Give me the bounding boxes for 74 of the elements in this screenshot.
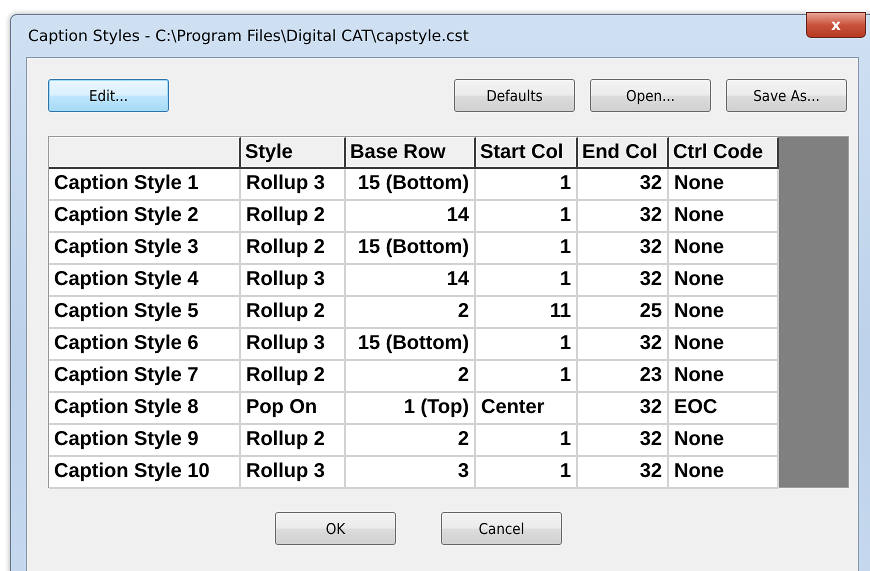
window-title: Caption Styles - C:\Program Files\Digital CAT\capstyle.cst [28,27,469,45]
table-cell: 32 [578,201,669,233]
table-cell: EOC [669,393,779,425]
table-cell: 2 [346,425,476,457]
table-cell: 1 [476,201,578,233]
table-cell: 2 [346,297,476,329]
table-cell: None [669,201,779,233]
table-cell: Caption Style 3 [49,233,241,265]
table-cell: Caption Style 1 [49,169,241,201]
ok-button[interactable]: OK [275,512,396,545]
table-cell: Rollup 3 [241,329,346,361]
table-cell: Center [476,393,578,425]
table-cell: None [669,265,779,297]
table-cell: None [669,361,779,393]
table-cell: Caption Style 9 [49,425,241,457]
table-cell: 15 (Bottom) [346,329,476,361]
cancel-button[interactable]: Cancel [441,512,562,545]
table-cell: 32 [578,169,669,201]
table-cell: 32 [578,265,669,297]
table-cell: Caption Style 4 [49,265,241,297]
table-cell: 14 [346,265,476,297]
toolbar-button[interactable]: Open... [590,79,711,112]
table-cell: 2 [346,361,476,393]
table-cell: Rollup 3 [241,169,346,201]
column-header[interactable]: Start Col [476,137,578,169]
close-button[interactable]: x [806,12,866,38]
table-cell: 1 (Top) [346,393,476,425]
table-cell: None [669,329,779,361]
toolbar-button[interactable]: Defaults [454,79,575,112]
table-cell: 32 [578,457,669,489]
table-cell: 23 [578,361,669,393]
table-cell: 32 [578,233,669,265]
toolbar-button[interactable]: Save As... [726,79,847,112]
table-cell: Rollup 2 [241,425,346,457]
table-cell: Caption Style 7 [49,361,241,393]
table-cell: 1 [476,361,578,393]
table-cell: 1 [476,169,578,201]
table-cell: 1 [476,233,578,265]
table-cell: None [669,233,779,265]
table-cell: Pop On [241,393,346,425]
column-header[interactable]: Style [241,137,346,169]
table-cell: 32 [578,425,669,457]
column-header[interactable]: End Col [578,137,669,169]
table-cell: Caption Style 6 [49,329,241,361]
table-cell: 1 [476,265,578,297]
table-cell: None [669,297,779,329]
table-cell: Caption Style 8 [49,393,241,425]
column-header[interactable]: Base Row [346,137,476,169]
table-cell: 32 [578,329,669,361]
edit-button[interactable]: Edit... [48,79,169,112]
table-cell: Rollup 2 [241,361,346,393]
table-cell: None [669,169,779,201]
table-cell: 15 (Bottom) [346,233,476,265]
table-cell: 32 [578,393,669,425]
table-cell: Caption Style 5 [49,297,241,329]
column-header[interactable]: Ctrl Code [669,137,779,169]
table-cell: Caption Style 2 [49,201,241,233]
table-cell: Rollup 2 [241,233,346,265]
table-cell: Rollup 2 [241,297,346,329]
table-cell: 1 [476,457,578,489]
table-cell: None [669,457,779,489]
table-cell: 15 (Bottom) [346,169,476,201]
table-cell: 14 [346,201,476,233]
table-cell: Rollup 3 [241,265,346,297]
column-header[interactable] [49,137,241,169]
table-cell: 25 [578,297,669,329]
table-cell: 11 [476,297,578,329]
table-cell: Rollup 3 [241,457,346,489]
table-cell: Rollup 2 [241,201,346,233]
table-cell: None [669,425,779,457]
table-cell: 3 [346,457,476,489]
table-cell: 1 [476,425,578,457]
table-cell: Caption Style 10 [49,457,241,489]
table-cell: 1 [476,329,578,361]
